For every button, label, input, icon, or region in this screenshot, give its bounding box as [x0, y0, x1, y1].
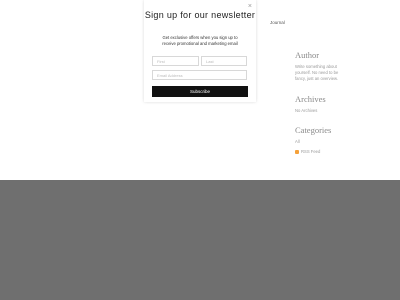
archives-widget: Archives No Archives — [295, 94, 326, 114]
last-name-input[interactable] — [201, 56, 247, 66]
archives-text: No Archives — [295, 108, 318, 113]
page: Journal Author Write something about you… — [0, 0, 400, 300]
first-name-input[interactable] — [152, 56, 199, 66]
popup-title: Sign up for our newsletter — [144, 10, 256, 20]
categories-title: Categories — [295, 125, 332, 135]
popup-description: Get exclusive offers when you sign up to… — [162, 35, 238, 46]
newsletter-popup: × Sign up for our newsletter Get exclusi… — [144, 0, 256, 102]
author-widget: Author Write something about yourself. N… — [295, 50, 343, 82]
rss-feed-link[interactable]: RSS Feed — [295, 149, 331, 154]
author-title: Author — [295, 50, 320, 60]
categories-widget: Categories All RSS Feed — [295, 125, 331, 154]
rss-icon — [295, 149, 299, 154]
rss-feed-label: RSS Feed — [301, 149, 321, 154]
subscribe-button[interactable]: Subscribe — [152, 86, 248, 97]
author-text: Write something about yourself. No need … — [295, 64, 339, 81]
category-link-all[interactable]: All — [295, 139, 331, 144]
archives-title: Archives — [295, 94, 326, 104]
footer-band — [0, 180, 400, 300]
nav-link-journal[interactable]: Journal — [270, 20, 285, 25]
email-input[interactable] — [152, 70, 247, 80]
